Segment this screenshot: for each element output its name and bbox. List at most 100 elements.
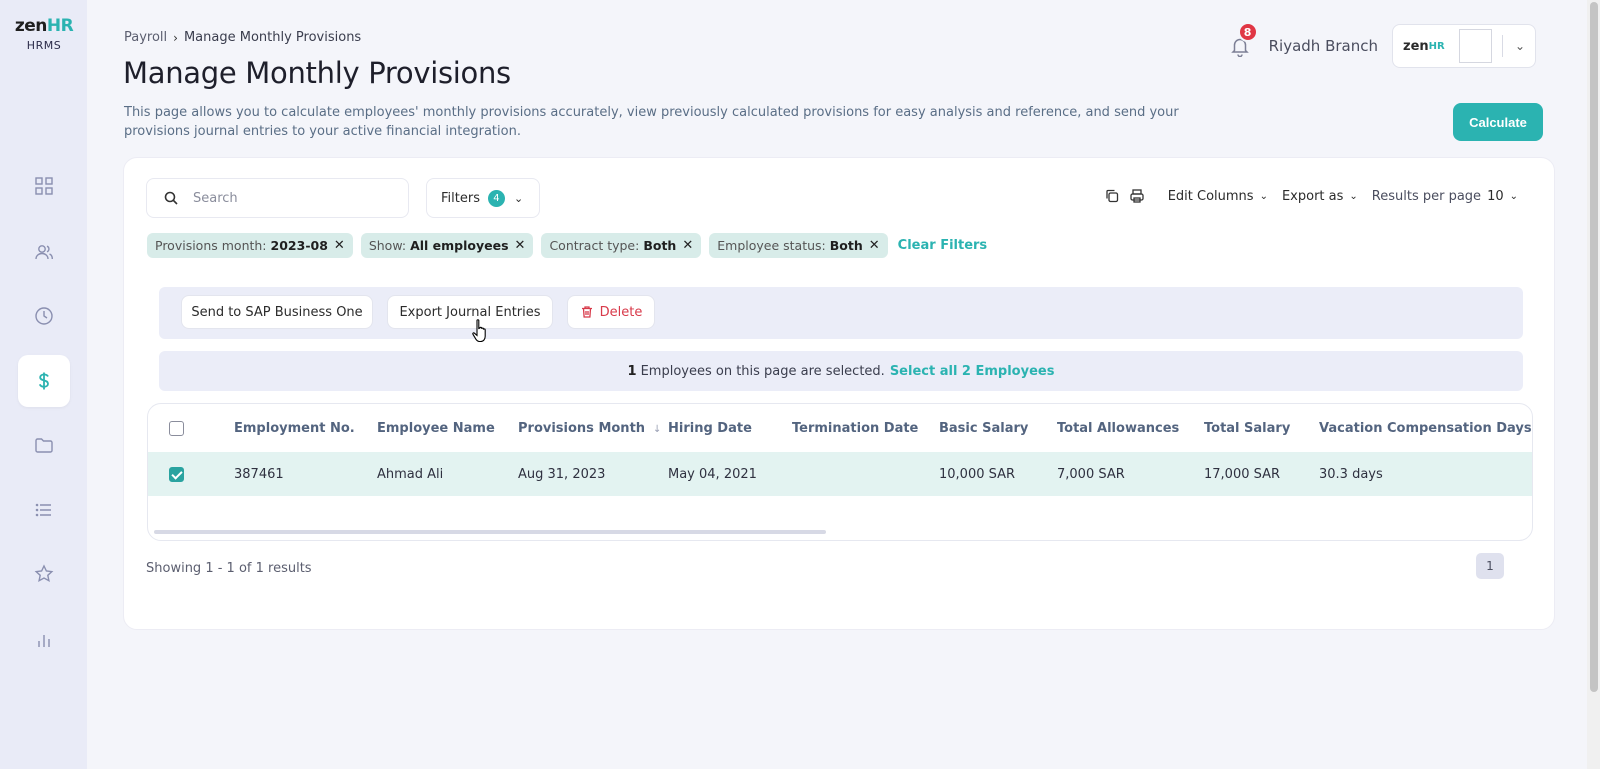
column-header[interactable]: Employee Name xyxy=(377,404,518,452)
provisions-card: Filters 4 ⌄ Edit Columns ⌄ Export as ⌄ Res… xyxy=(123,157,1555,630)
sidebar: zenHR HRMS xyxy=(0,0,87,769)
results-summary: Showing 1 - 1 of 1 results xyxy=(146,561,312,576)
results-per-page-select[interactable]: 10 ⌄ xyxy=(1487,189,1518,204)
sidebar-item-dashboard[interactable] xyxy=(18,160,70,212)
selection-info-bar: 1 Employees on this page are selected. S… xyxy=(159,351,1523,391)
cell-vacation-compensation-days: 30.3 days xyxy=(1319,452,1532,496)
sort-down-icon: ↓ xyxy=(653,423,662,435)
breadcrumb-link-payroll[interactable]: Payroll xyxy=(124,30,167,45)
filters-label: Filters xyxy=(441,190,480,206)
column-header-label: Provisions Month xyxy=(518,420,646,436)
close-icon[interactable]: ✕ xyxy=(869,238,880,253)
page-scrollbar[interactable] xyxy=(1587,0,1600,769)
calculate-button[interactable]: Calculate xyxy=(1453,103,1543,141)
sidebar-item-attendance[interactable] xyxy=(18,290,70,342)
sidebar-item-requests[interactable] xyxy=(18,484,70,536)
chevron-right-icon: › xyxy=(173,30,178,45)
users-icon xyxy=(35,245,53,260)
bar-chart-icon xyxy=(38,635,50,647)
select-all-link[interactable]: Select all 2 Employees xyxy=(890,364,1055,379)
account-menu[interactable]: zen HR ⌄ xyxy=(1392,24,1536,68)
grid-icon xyxy=(35,177,53,195)
horizontal-scrollbar[interactable] xyxy=(154,530,826,534)
close-icon[interactable]: ✕ xyxy=(682,238,693,253)
divider xyxy=(1501,35,1503,57)
list-icon xyxy=(35,503,51,517)
sidebar-item-employees[interactable] xyxy=(18,226,70,278)
chip-value: Both xyxy=(829,238,863,253)
close-icon[interactable]: ✕ xyxy=(334,238,345,253)
chip-value: Both xyxy=(643,238,677,253)
send-to-sap-button[interactable]: Send to SAP Business One xyxy=(181,295,373,329)
chevron-down-icon: ⌄ xyxy=(1259,190,1268,202)
hand-pointer-icon xyxy=(472,319,486,343)
breadcrumb: Payroll › Manage Monthly Provisions xyxy=(124,30,361,45)
sidebar-item-reports[interactable] xyxy=(18,614,70,666)
chip-value: All employees xyxy=(410,238,509,253)
delete-button[interactable]: Delete xyxy=(567,295,655,329)
column-header-sorted[interactable]: Provisions Month ↓ xyxy=(518,404,668,452)
search-box[interactable] xyxy=(146,178,409,218)
cell-hiring-date: May 04, 2021 xyxy=(668,452,792,496)
copy-icon[interactable] xyxy=(1104,188,1120,204)
chevron-down-icon: ⌄ xyxy=(1509,190,1518,202)
search-icon xyxy=(164,191,178,205)
chevron-down-icon: ⌄ xyxy=(1349,190,1358,202)
logo-subtitle: HRMS xyxy=(26,39,62,52)
breadcrumb-current: Manage Monthly Provisions xyxy=(183,30,362,45)
column-header[interactable]: Termination Date xyxy=(792,404,939,452)
avatar xyxy=(1458,29,1492,63)
table-row[interactable]: 387461 Ahmad Ali Aug 31, 2023 May 04, 20… xyxy=(148,452,1532,496)
search-input[interactable] xyxy=(193,190,393,206)
table-toolbar: Edit Columns ⌄ Export as ⌄ Results per pag… xyxy=(1104,188,1518,204)
logo-text-prefix: zen xyxy=(14,16,48,36)
sidebar-item-performance[interactable] xyxy=(18,548,70,600)
selected-count: 1 xyxy=(627,363,637,379)
logo-text-suffix: HR xyxy=(46,16,74,36)
notifications-button[interactable]: 8 xyxy=(1229,22,1258,58)
print-icon[interactable] xyxy=(1129,188,1145,204)
column-header[interactable]: Hiring Date xyxy=(668,404,792,452)
clock-icon xyxy=(35,307,53,325)
select-all-cell xyxy=(148,404,234,452)
chip-label: Show: xyxy=(368,238,407,253)
cell-total-allowances: 7,000 SAR xyxy=(1057,452,1204,496)
company-logo-prefix: zen xyxy=(1403,38,1429,54)
app-logo[interactable]: zenHR HRMS xyxy=(11,16,77,52)
branch-name[interactable]: Riyadh Branch xyxy=(1269,37,1378,55)
notification-count-badge: 8 xyxy=(1237,22,1258,42)
cell-employee-name: Ahmad Ali xyxy=(377,452,518,496)
pagination-page-1[interactable]: 1 xyxy=(1476,553,1504,579)
edit-columns-dropdown[interactable]: Edit Columns ⌄ xyxy=(1168,189,1268,204)
trash-icon xyxy=(581,306,592,318)
column-header[interactable]: Basic Salary xyxy=(939,404,1057,452)
table-header-row: Employment No. Employee Name Provisions … xyxy=(148,404,1532,452)
column-header[interactable]: Employment No. xyxy=(234,404,377,452)
edit-columns-label: Edit Columns xyxy=(1167,188,1254,204)
results-per-page: Results per page 10 ⌄ xyxy=(1372,189,1518,204)
company-logo-suffix: HR xyxy=(1428,40,1445,52)
star-icon xyxy=(34,564,54,583)
filters-button[interactable]: Filters 4 ⌄ xyxy=(426,178,540,218)
row-checkbox[interactable] xyxy=(169,466,184,482)
filter-chip-show: Show: All employees ✕ xyxy=(360,233,534,258)
clear-filters-link[interactable]: Clear Filters xyxy=(898,238,988,253)
page-description: This page allows you to calculate employ… xyxy=(124,105,1179,139)
export-as-dropdown[interactable]: Export as ⌄ xyxy=(1282,189,1358,204)
folder-icon xyxy=(35,438,53,453)
column-header[interactable]: Total Salary xyxy=(1204,404,1319,452)
column-header[interactable]: Total Allowances xyxy=(1057,404,1204,452)
chip-label: Provisions month: xyxy=(155,238,267,253)
select-all-checkbox[interactable] xyxy=(169,420,184,436)
sidebar-item-payroll[interactable] xyxy=(18,355,70,407)
filter-chip-employee-status: Employee status: Both ✕ xyxy=(709,233,888,258)
provisions-table: Employment No. Employee Name Provisions … xyxy=(147,403,1533,541)
chip-value: 2023-08 xyxy=(270,238,328,253)
scrollbar-thumb[interactable] xyxy=(1590,2,1598,692)
sidebar-item-documents[interactable] xyxy=(18,419,70,471)
column-header[interactable]: Vacation Compensation Days xyxy=(1319,404,1532,452)
close-icon[interactable]: ✕ xyxy=(515,238,526,253)
results-per-page-value: 10 xyxy=(1487,188,1504,204)
cell-employment-no: 387461 xyxy=(234,452,377,496)
chip-label: Contract type: xyxy=(549,238,640,253)
